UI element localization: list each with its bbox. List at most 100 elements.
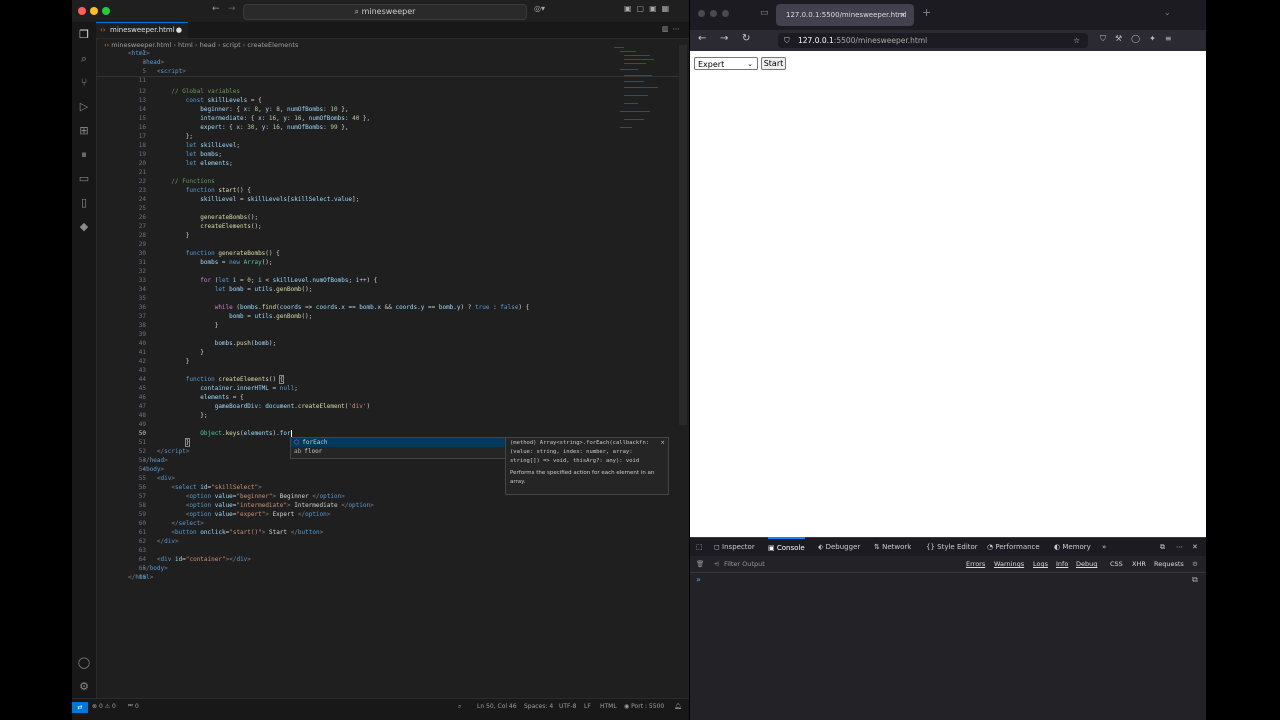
tab-debugger[interactable]: ⬖ Debugger bbox=[818, 538, 860, 556]
run-debug-icon[interactable]: ▷ bbox=[77, 100, 91, 114]
filter-css[interactable]: CSS bbox=[1108, 559, 1125, 569]
tab-inspector[interactable]: ◻ Inspector bbox=[714, 538, 755, 556]
forward-arrow-icon[interactable]: → bbox=[720, 33, 728, 44]
dock-icon[interactable]: ⧉ bbox=[1160, 538, 1165, 556]
close-tab-icon[interactable]: × bbox=[900, 4, 906, 26]
more-tabs-icon[interactable]: » bbox=[1102, 538, 1106, 556]
method-icon: ⬡ bbox=[294, 439, 300, 446]
tab-overview-icon[interactable]: ▭ bbox=[760, 8, 769, 18]
line-number: 25 bbox=[138, 205, 146, 212]
bell-icon[interactable]: 🔔︎ bbox=[674, 701, 682, 713]
remote-explorer-icon[interactable]: ▭ bbox=[77, 172, 91, 186]
suggest-item-foreach[interactable]: ⬡ forEach bbox=[291, 438, 506, 447]
source-control-icon[interactable]: ⑂ bbox=[77, 76, 91, 90]
minimize-window-button[interactable] bbox=[90, 7, 98, 15]
end-of-line[interactable]: LF bbox=[584, 701, 591, 713]
gear-icon[interactable]: ⚙ bbox=[77, 680, 91, 694]
reload-icon[interactable]: ↻ bbox=[742, 33, 750, 44]
problems-indicator[interactable]: ⊗ 0 ⚠ 0 bbox=[92, 701, 116, 713]
firefox-window: ▭ 127.0.0.1:5500/minesweeper.html × + ⌄ … bbox=[690, 0, 1206, 720]
code-line: expert: { x: 30, y: 16, numOfBombs: 99 }… bbox=[200, 124, 349, 131]
browser-tab[interactable]: 127.0.0.1:5500/minesweeper.html × bbox=[776, 4, 914, 26]
gem-icon[interactable]: ◆ bbox=[77, 220, 91, 234]
pick-element-icon[interactable]: ⬚ bbox=[696, 538, 703, 556]
filter-info[interactable]: Info bbox=[1054, 559, 1070, 569]
testing-icon[interactable]: ▯ bbox=[77, 196, 91, 210]
minimap[interactable] bbox=[612, 45, 672, 135]
filter-requests[interactable]: Requests bbox=[1152, 559, 1186, 569]
encoding[interactable]: UTF-8 bbox=[559, 701, 577, 713]
tab-memory[interactable]: ◐ Memory bbox=[1054, 538, 1091, 556]
trash-icon[interactable]: 🗑︎ bbox=[696, 556, 704, 572]
url-bar[interactable]: ⛉ 127.0.0.1:5500/minesweeper.html ☆ bbox=[778, 33, 1088, 48]
search-icon[interactable]: ⌕ bbox=[77, 52, 91, 66]
activity-bar: ❐ ⌕ ⑂ ▷ ⊞ ⏸ ▭ ▯ ◆ ◯ ⚙ bbox=[72, 22, 97, 698]
console-prompt-icon[interactable]: » bbox=[696, 575, 701, 584]
tab-minesweeper-html[interactable]: ‹› minesweeper.html ● bbox=[96, 22, 188, 38]
tab-network[interactable]: ⇅ Network bbox=[874, 538, 911, 556]
live-server-port[interactable]: ◉ Port : 5500 bbox=[624, 701, 664, 713]
chevron-down-icon[interactable]: ⌄ bbox=[1164, 8, 1171, 17]
code-line: generateBombs(); bbox=[200, 214, 259, 221]
line-number: 43 bbox=[138, 367, 146, 374]
page-viewport: Expert ⌄ Start bbox=[690, 51, 1206, 537]
shield-icon: ⛉ bbox=[784, 36, 790, 45]
close-window-button[interactable] bbox=[698, 10, 705, 17]
new-tab-icon[interactable]: + bbox=[922, 6, 931, 19]
command-center[interactable]: ⌕ minesweeper bbox=[243, 4, 527, 20]
suggest-details: (method) Array<string>.forEach(callbackf… bbox=[505, 437, 669, 495]
filter-debug[interactable]: Debug bbox=[1074, 559, 1099, 569]
layout-toggle-icons[interactable]: ▣▢▣▦ bbox=[624, 4, 674, 13]
split-editor-icon[interactable]: ▥⋯ bbox=[662, 25, 684, 33]
back-arrow-icon[interactable]: ← bbox=[212, 4, 220, 14]
forward-arrow-icon[interactable]: → bbox=[228, 4, 236, 14]
menu-dots-icon[interactable]: ⋯ bbox=[1176, 538, 1183, 556]
code-line: }; bbox=[128, 133, 194, 140]
tab-console[interactable]: ▣ Console bbox=[768, 537, 805, 557]
gear-icon[interactable]: ⚙ bbox=[1192, 556, 1198, 572]
filter-output-input[interactable]: Filter Output bbox=[724, 556, 765, 572]
suggest-item-floor[interactable]: ab floor bbox=[291, 447, 506, 456]
split-console-icon[interactable]: ⧉ bbox=[1192, 575, 1198, 585]
filter-logs[interactable]: Logs bbox=[1031, 559, 1050, 569]
unsaved-dot-icon[interactable]: ● bbox=[176, 23, 182, 38]
tab-performance[interactable]: ◔ Performance bbox=[987, 538, 1040, 556]
close-icon[interactable]: ✕ bbox=[1192, 538, 1198, 556]
filter-warnings[interactable]: Warnings bbox=[992, 559, 1026, 569]
close-icon[interactable]: × bbox=[660, 439, 665, 448]
braces-icon: {} bbox=[926, 543, 938, 551]
account-icon[interactable]: ◯ bbox=[77, 656, 91, 670]
code-line: <div> bbox=[156, 475, 175, 482]
start-button[interactable]: Start bbox=[761, 57, 786, 70]
copilot-icon[interactable]: ◎▾ bbox=[534, 4, 545, 13]
remote-indicator-icon[interactable]: ⇄ bbox=[72, 702, 88, 713]
maximize-window-button[interactable] bbox=[102, 7, 110, 15]
line-number: 49 bbox=[138, 421, 146, 428]
filter-errors[interactable]: Errors bbox=[964, 559, 987, 569]
ports-indicator[interactable]: ⎃ 0 bbox=[128, 701, 139, 713]
line-number: 21 bbox=[138, 169, 146, 176]
minimize-window-button[interactable] bbox=[710, 10, 717, 17]
pause-icon[interactable]: ⏸ bbox=[77, 148, 91, 162]
code-line: let bombs; bbox=[185, 151, 222, 158]
code-line: // Functions bbox=[171, 178, 215, 185]
console-output[interactable]: » ⧉ bbox=[690, 573, 1206, 720]
filter-xhr[interactable]: XHR bbox=[1130, 559, 1148, 569]
maximize-window-button[interactable] bbox=[722, 10, 729, 17]
code-line: </body> bbox=[142, 565, 168, 572]
code-line: // Global variables bbox=[171, 88, 240, 95]
extensions-icon[interactable]: ⊞ bbox=[77, 124, 91, 138]
tab-style-editor[interactable]: {} Style Editor bbox=[926, 538, 978, 556]
language-mode[interactable]: HTML bbox=[600, 701, 617, 713]
vscode-titlebar: ← → ⌕ minesweeper ◎▾ ▣▢▣▦ bbox=[72, 0, 689, 23]
search-icon[interactable]: ⌕ bbox=[458, 701, 461, 713]
back-arrow-icon[interactable]: ← bbox=[698, 33, 706, 44]
toolbar-icons[interactable]: ⛉⚒◯✦≡ bbox=[1100, 34, 1181, 44]
explorer-icon[interactable]: ❐ bbox=[77, 28, 91, 42]
editor-scrollbar[interactable] bbox=[679, 45, 687, 425]
close-window-button[interactable] bbox=[78, 7, 86, 15]
bookmark-star-icon[interactable]: ☆ bbox=[1073, 33, 1080, 48]
indentation[interactable]: Spaces: 4 bbox=[524, 701, 553, 713]
skill-select[interactable]: Expert ⌄ bbox=[694, 57, 758, 70]
cursor-position[interactable]: Ln 50, Col 46 bbox=[477, 701, 517, 713]
